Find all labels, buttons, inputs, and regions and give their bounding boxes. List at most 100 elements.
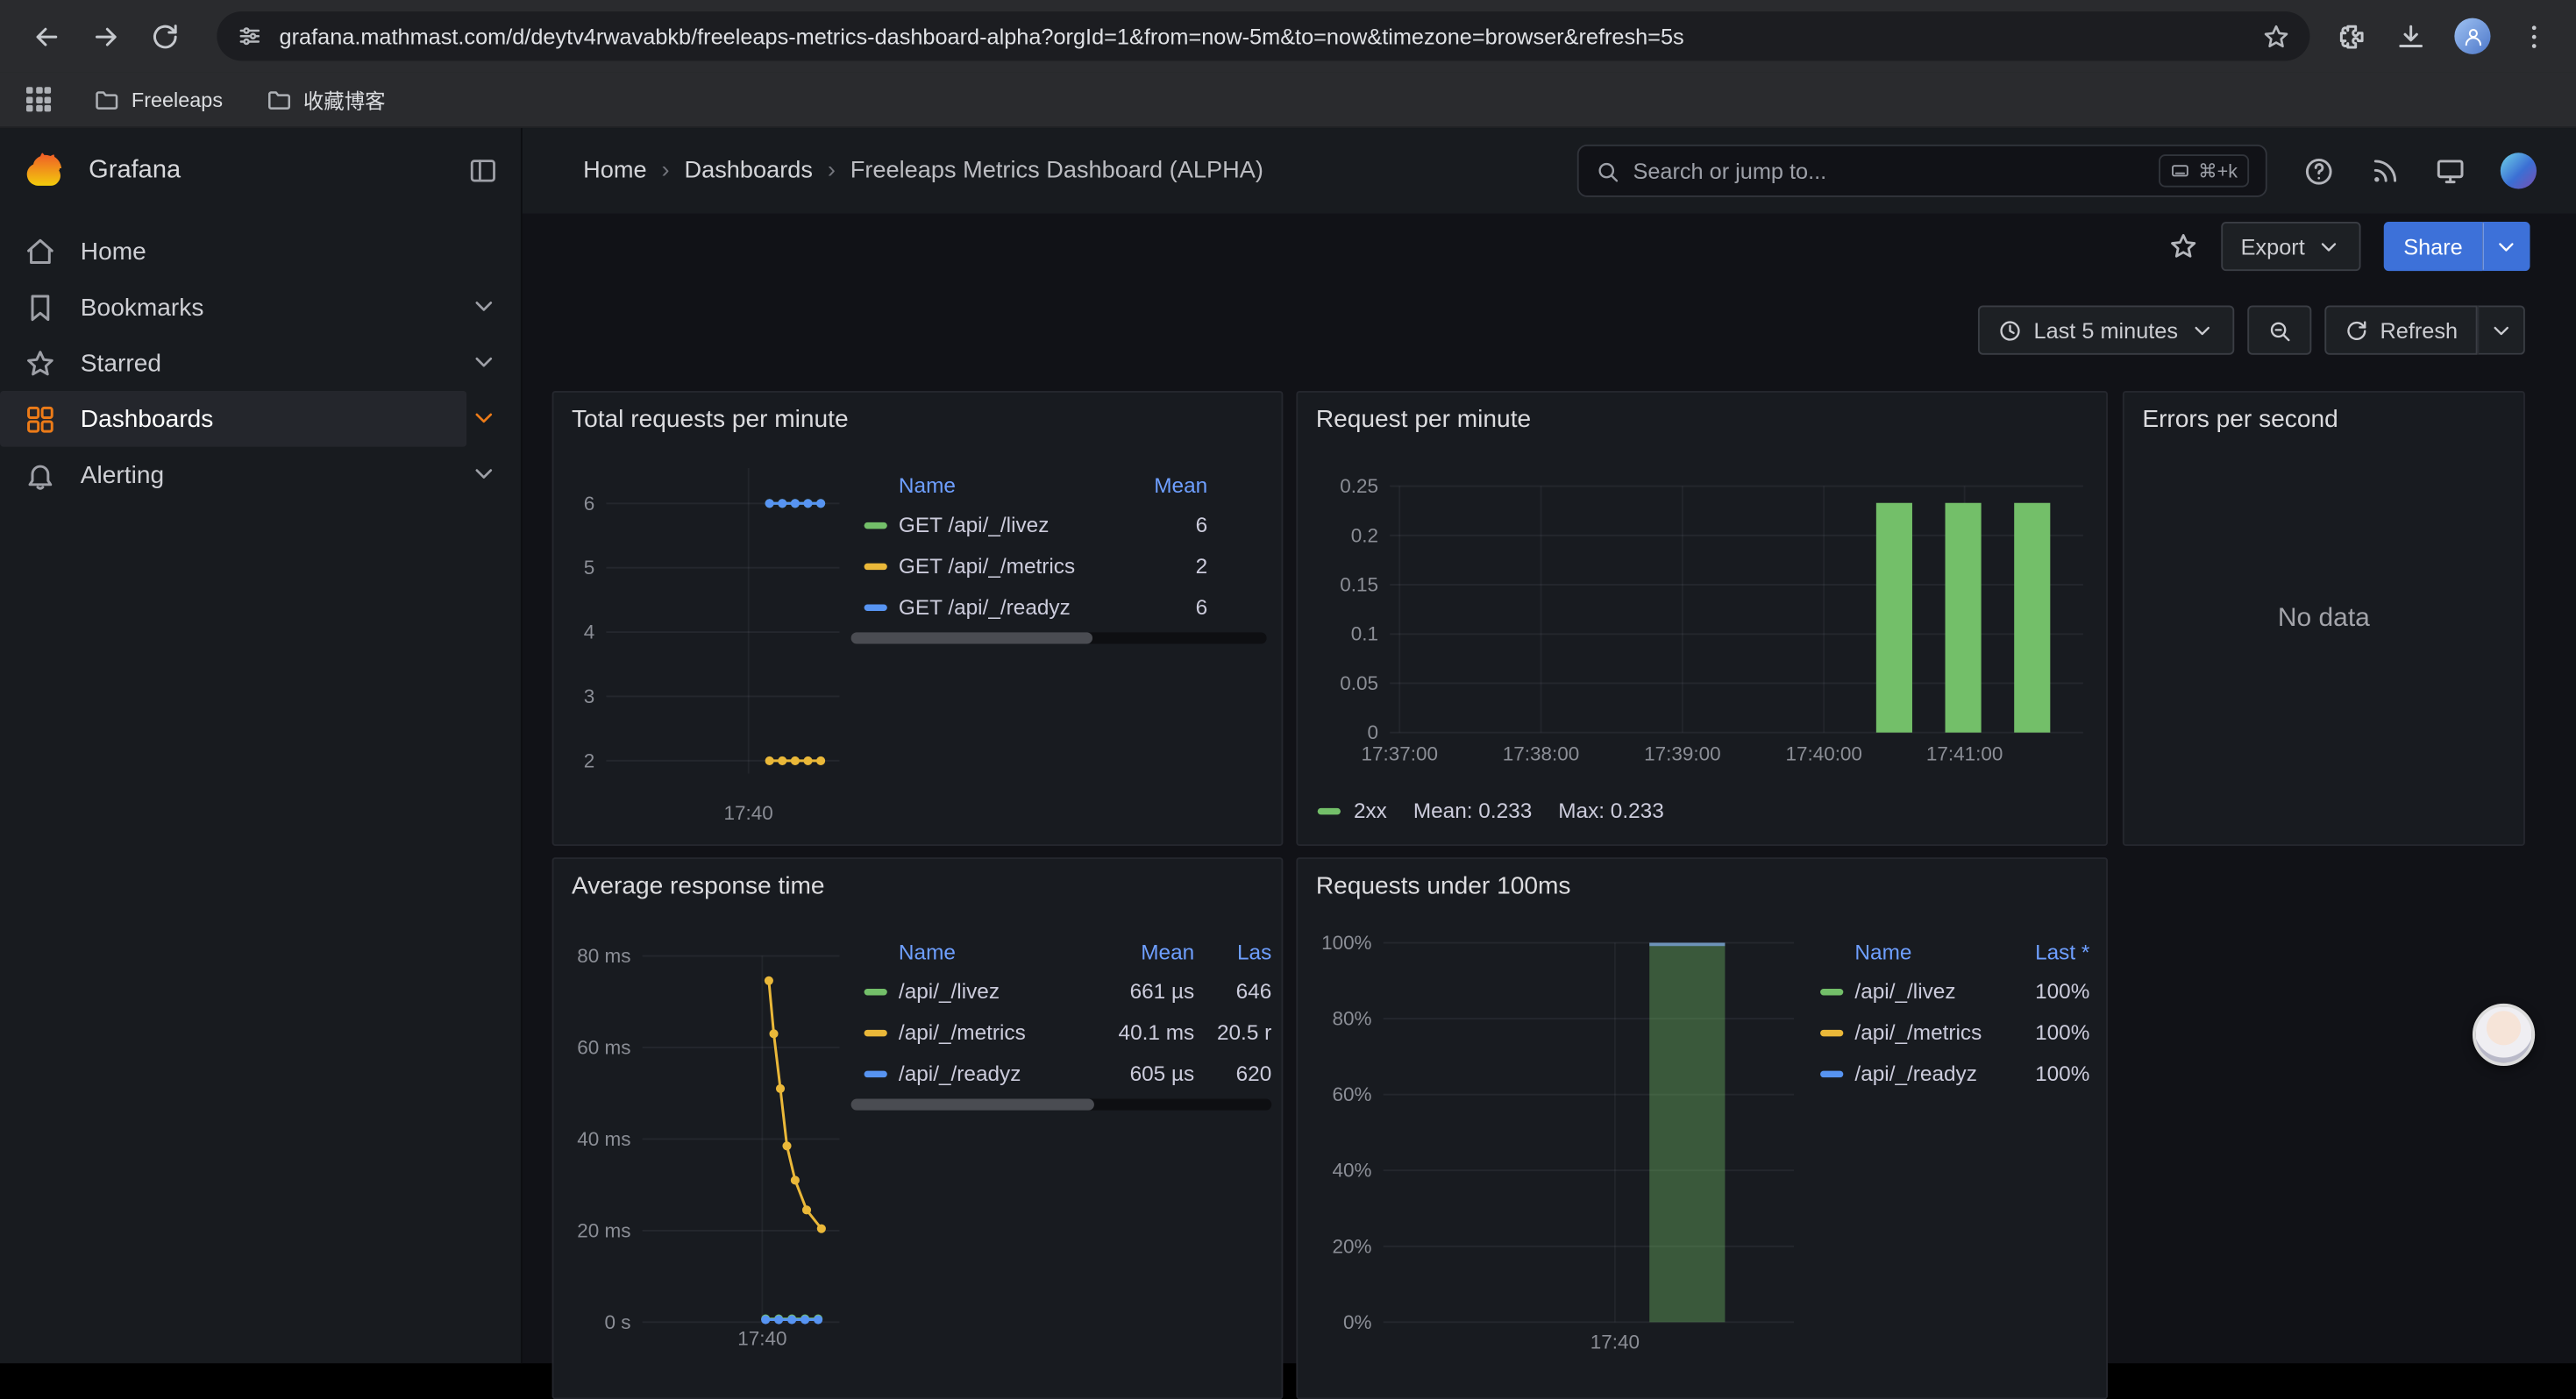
panel-title[interactable]: Requests under 100ms — [1316, 872, 1571, 900]
browser-actions — [2336, 18, 2556, 54]
series-name[interactable]: /api/_/readyz — [1854, 1061, 2003, 1085]
legend-row[interactable]: GET /api/_/metrics 2 — [851, 545, 1267, 586]
legend-header-mean[interactable]: Mean — [1102, 939, 1194, 963]
svg-text:0.1: 0.1 — [1351, 623, 1378, 645]
breadcrumb-separator: › — [662, 158, 670, 184]
panel-title[interactable]: Total requests per minute — [572, 406, 849, 434]
legend-header-name[interactable]: Name — [899, 472, 956, 497]
extensions-icon[interactable] — [2336, 20, 2367, 52]
legend-row[interactable]: /api/_/livez 100% — [1807, 970, 2093, 1012]
refresh-button[interactable]: Refresh — [2324, 306, 2478, 355]
search-input[interactable]: Search or jump to... ⌘+k — [1577, 145, 2267, 197]
chevron-down-icon[interactable] — [470, 293, 498, 321]
chevron-down-icon[interactable] — [470, 460, 498, 488]
reload-button[interactable] — [138, 10, 190, 62]
breadcrumb-home[interactable]: Home — [583, 158, 646, 184]
bookmark-folder-blogs[interactable]: 收藏博客 — [266, 84, 386, 116]
svg-text:20%: 20% — [1333, 1235, 1372, 1257]
bookmark-folder-label: 收藏博客 — [303, 84, 386, 116]
breadcrumb-dashboards[interactable]: Dashboards — [684, 158, 813, 184]
assistant-avatar[interactable] — [2473, 1004, 2535, 1066]
legend-row[interactable]: /api/_/metrics 100% — [1807, 1012, 2093, 1053]
downloads-icon[interactable] — [2395, 20, 2427, 52]
forward-button[interactable] — [79, 10, 132, 62]
legend-scrollbar[interactable] — [851, 1099, 1272, 1111]
breadcrumb-separator: › — [828, 158, 836, 184]
svg-text:4: 4 — [584, 621, 595, 643]
person-icon — [2462, 25, 2483, 46]
legend-header-last[interactable]: Las — [1206, 939, 1271, 963]
sidebar-item-starred[interactable]: Starred — [0, 335, 466, 391]
legend-scrollbar-thumb[interactable] — [851, 632, 1092, 643]
series-name[interactable]: /api/_/livez — [1854, 979, 2003, 1004]
monitor-icon[interactable] — [2435, 155, 2466, 187]
legend-header-last[interactable]: Last * — [2014, 939, 2093, 963]
series-name[interactable]: /api/_/livez — [899, 979, 1091, 1004]
legend-row[interactable]: /api/_/livez 661 µs 646 — [851, 970, 1272, 1012]
profile-avatar[interactable] — [2454, 18, 2490, 54]
bookmark-star-icon[interactable] — [2262, 22, 2290, 50]
series-name[interactable]: GET /api/_/readyz — [899, 594, 1071, 619]
browser-menu-icon[interactable] — [2518, 20, 2550, 52]
svg-text:0.15: 0.15 — [1340, 574, 1378, 596]
series-swatch — [1820, 1029, 1843, 1035]
bookmark-folder-freeleaps[interactable]: Freeleaps — [94, 86, 223, 112]
series-name[interactable]: /api/_/readyz — [899, 1061, 1091, 1085]
url-text[interactable]: grafana.mathmast.com/d/deytv4rwavabkb/fr… — [280, 24, 2246, 48]
series-last: 20.5 r — [1206, 1020, 1271, 1045]
request-per-minute-chart[interactable]: 0.250.20.150.10.05017:37:0017:38:0017:39… — [1311, 468, 2096, 774]
legend-header-mean[interactable]: Mean — [1154, 472, 1207, 497]
user-avatar[interactable] — [2501, 153, 2537, 188]
browser-toolbar: grafana.mathmast.com/d/deytv4rwavabkb/fr… — [0, 0, 2576, 72]
keyboard-icon — [2170, 161, 2189, 181]
time-range-picker[interactable]: Last 5 minutes — [1978, 306, 2234, 355]
export-button[interactable]: Export — [2221, 222, 2360, 271]
series-name[interactable]: 2xx — [1354, 799, 1387, 823]
dock-panel-icon — [468, 156, 498, 186]
series-swatch — [1318, 807, 1341, 813]
sidebar-item-home[interactable]: Home — [0, 224, 466, 280]
series-name[interactable]: /api/_/metrics — [899, 1020, 1091, 1045]
favorite-dashboard-button[interactable] — [2168, 231, 2198, 261]
url-bar[interactable]: grafana.mathmast.com/d/deytv4rwavabkb/fr… — [217, 11, 2309, 60]
sidebar-item-alerting[interactable]: Alerting — [0, 447, 466, 503]
legend-scrollbar[interactable] — [851, 632, 1267, 643]
legend-row[interactable]: GET /api/_/livez 6 — [851, 504, 1267, 545]
back-button[interactable] — [19, 10, 72, 62]
series-name[interactable]: GET /api/_/metrics — [899, 553, 1075, 578]
panel-title[interactable]: Average response time — [572, 872, 825, 900]
share-menu-button[interactable] — [2482, 222, 2530, 271]
zoom-out-button[interactable] — [2247, 306, 2311, 355]
total-requests-chart[interactable]: 6543217:40 — [566, 468, 849, 833]
apps-grid-icon[interactable] — [26, 87, 51, 111]
share-button[interactable]: Share — [2384, 222, 2482, 271]
series-last: 620 — [1206, 1061, 1271, 1085]
panel-title[interactable]: Request per minute — [1316, 406, 1531, 434]
series-last: 100% — [2014, 1020, 2093, 1045]
legend-row[interactable]: /api/_/readyz 100% — [1807, 1053, 2093, 1094]
help-icon[interactable] — [2303, 155, 2335, 187]
series-name[interactable]: /api/_/metrics — [1854, 1020, 2003, 1045]
refresh-interval-button[interactable] — [2478, 306, 2525, 355]
legend-row[interactable]: /api/_/readyz 605 µs 620 — [851, 1053, 1272, 1094]
svg-text:60 ms: 60 ms — [577, 1037, 630, 1059]
sidebar-item-bookmarks[interactable]: Bookmarks — [0, 280, 466, 336]
refresh-label: Refresh — [2380, 318, 2458, 343]
legend-header-name[interactable]: Name — [899, 939, 1091, 963]
average-response-time-chart[interactable]: 80 ms60 ms40 ms20 ms0 s17:40 — [566, 938, 849, 1359]
grafana-logo[interactable] — [23, 150, 66, 193]
chevron-down-icon[interactable] — [470, 348, 498, 376]
series-mean: 2 — [1196, 553, 1208, 578]
sidebar-item-dashboards[interactable]: Dashboards — [0, 391, 466, 447]
site-settings-icon[interactable] — [237, 23, 263, 49]
legend-row[interactable]: /api/_/metrics 40.1 ms 20.5 r — [851, 1012, 1272, 1053]
svg-text:17:37:00: 17:37:00 — [1361, 743, 1437, 765]
requests-under-100ms-chart[interactable]: 100%80%60%40%20%0%17:40 — [1311, 938, 1804, 1361]
legend-scrollbar-thumb[interactable] — [851, 1099, 1095, 1111]
chevron-down-icon[interactable] — [470, 404, 498, 432]
legend-header-name[interactable]: Name — [1854, 939, 2003, 963]
legend-row[interactable]: GET /api/_/readyz 6 — [851, 586, 1267, 628]
series-name[interactable]: GET /api/_/livez — [899, 513, 1050, 537]
dock-menu-button[interactable] — [468, 156, 498, 186]
news-rss-icon[interactable] — [2369, 155, 2401, 187]
